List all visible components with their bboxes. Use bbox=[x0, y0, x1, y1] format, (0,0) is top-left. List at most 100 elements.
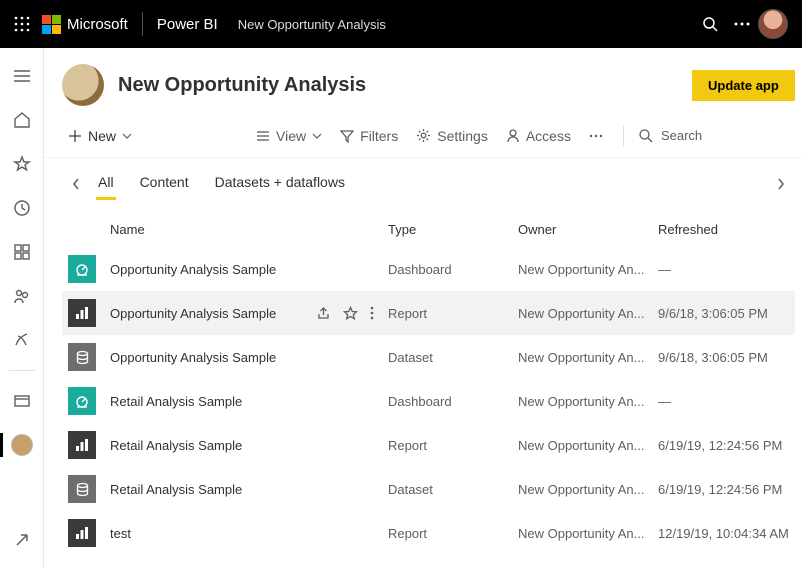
access-button[interactable]: Access bbox=[500, 124, 577, 148]
item-refreshed: 12/19/19, 10:04:34 AM bbox=[658, 526, 789, 541]
table-row[interactable]: testReportNew Opportunity An...12/19/19,… bbox=[62, 511, 795, 555]
nav-separator bbox=[9, 370, 35, 371]
chevron-down-icon bbox=[312, 133, 322, 139]
chevron-down-icon bbox=[122, 133, 132, 139]
nav-recent-icon[interactable] bbox=[0, 190, 44, 226]
item-refreshed: 9/6/18, 3:06:05 PM bbox=[658, 350, 789, 365]
item-type: Report bbox=[388, 306, 518, 321]
col-type[interactable]: Type bbox=[388, 222, 518, 237]
plus-icon bbox=[68, 129, 82, 143]
share-icon[interactable] bbox=[316, 306, 331, 321]
tabs-next-button[interactable] bbox=[767, 178, 795, 190]
item-type: Report bbox=[388, 438, 518, 453]
command-bar: New View Filters Settings Access bbox=[44, 114, 802, 158]
more-commands-button[interactable] bbox=[583, 130, 609, 142]
row-more-icon[interactable] bbox=[370, 306, 374, 321]
item-owner: New Opportunity An... bbox=[518, 482, 658, 497]
item-refreshed: 6/19/19, 12:24:56 PM bbox=[658, 438, 789, 453]
col-name[interactable]: Name bbox=[110, 222, 388, 237]
nav-apps-icon[interactable] bbox=[0, 234, 44, 270]
search-input[interactable]: Search bbox=[638, 128, 702, 143]
item-refreshed: — bbox=[658, 394, 789, 409]
table-row[interactable]: Retail Analysis SampleDashboardNew Oppor… bbox=[62, 379, 795, 423]
table-row[interactable]: Retail Analysis SampleReportNew Opportun… bbox=[62, 423, 795, 467]
global-header: Microsoft Power BI New Opportunity Analy… bbox=[0, 0, 802, 48]
item-name: Retail Analysis Sample bbox=[110, 482, 388, 497]
table-row[interactable]: Opportunity Analysis SampleDatasetNew Op… bbox=[62, 335, 795, 379]
item-refreshed: — bbox=[658, 262, 789, 277]
search-icon bbox=[638, 128, 653, 143]
filter-icon bbox=[340, 129, 354, 143]
header-divider bbox=[142, 12, 143, 36]
breadcrumb[interactable]: New Opportunity Analysis bbox=[238, 17, 386, 32]
tab-content[interactable]: Content bbox=[138, 168, 191, 200]
more-icon bbox=[589, 134, 603, 138]
tabs-prev-button[interactable] bbox=[62, 178, 90, 190]
dataset-icon bbox=[68, 343, 96, 371]
item-name: Opportunity Analysis Sample bbox=[110, 350, 388, 365]
item-owner: New Opportunity An... bbox=[518, 394, 658, 409]
search-placeholder: Search bbox=[661, 128, 702, 143]
table-row[interactable]: Opportunity Analysis Sample ReportNew Opp… bbox=[62, 291, 795, 335]
item-name: test bbox=[110, 526, 388, 541]
item-refreshed: 6/19/19, 12:24:56 PM bbox=[658, 482, 789, 497]
settings-label: Settings bbox=[437, 128, 488, 144]
view-button[interactable]: View bbox=[250, 124, 328, 148]
item-name: Opportunity Analysis Sample bbox=[110, 262, 388, 277]
workspace-thumb-icon bbox=[11, 434, 33, 456]
favorite-icon[interactable] bbox=[343, 306, 358, 321]
update-app-button[interactable]: Update app bbox=[692, 70, 795, 101]
nav-home-icon[interactable] bbox=[0, 102, 44, 138]
microsoft-logo: Microsoft bbox=[42, 15, 128, 34]
tab-all[interactable]: All bbox=[96, 168, 116, 200]
nav-collapse-icon[interactable] bbox=[0, 58, 44, 94]
item-owner: New Opportunity An... bbox=[518, 526, 658, 541]
tab-row: All Content Datasets + dataflows bbox=[44, 158, 802, 200]
microsoft-logo-icon bbox=[42, 15, 61, 34]
tab-datasets-dataflows[interactable]: Datasets + dataflows bbox=[213, 168, 347, 200]
report-icon bbox=[68, 519, 96, 547]
nav-favorites-icon[interactable] bbox=[0, 146, 44, 182]
table-row[interactable]: Opportunity Analysis SampleDashboardNew … bbox=[62, 247, 795, 291]
item-name: Retail Analysis Sample bbox=[110, 394, 388, 409]
dataset-icon bbox=[68, 475, 96, 503]
nav-workspaces-icon[interactable] bbox=[0, 383, 44, 419]
nav-current-workspace[interactable] bbox=[0, 427, 44, 463]
main-content: New Opportunity Analysis Update app New … bbox=[44, 48, 802, 568]
gear-icon bbox=[416, 128, 431, 143]
item-type: Dataset bbox=[388, 350, 518, 365]
view-label: View bbox=[276, 128, 306, 144]
col-refreshed[interactable]: Refreshed bbox=[658, 222, 789, 237]
content-table: Name Type Owner Refreshed Opportunity An… bbox=[44, 200, 802, 555]
col-owner[interactable]: Owner bbox=[518, 222, 658, 237]
item-owner: New Opportunity An... bbox=[518, 306, 658, 321]
avatar[interactable] bbox=[758, 9, 788, 39]
item-refreshed: 9/6/18, 3:06:05 PM bbox=[658, 306, 789, 321]
product-label: Power BI bbox=[157, 16, 218, 33]
settings-button[interactable]: Settings bbox=[410, 124, 494, 148]
item-type: Dataset bbox=[388, 482, 518, 497]
item-name: Opportunity Analysis Sample bbox=[110, 306, 316, 321]
left-nav-rail bbox=[0, 48, 44, 568]
filters-button[interactable]: Filters bbox=[334, 124, 404, 148]
new-label: New bbox=[88, 128, 116, 144]
access-label: Access bbox=[526, 128, 571, 144]
report-icon bbox=[68, 299, 96, 327]
table-header: Name Type Owner Refreshed bbox=[62, 204, 795, 247]
new-button[interactable]: New bbox=[62, 124, 138, 148]
dashboard-icon bbox=[68, 255, 96, 283]
more-icon[interactable] bbox=[726, 22, 758, 26]
search-icon[interactable] bbox=[694, 16, 726, 32]
workspace-image bbox=[62, 64, 104, 106]
dashboard-icon bbox=[68, 387, 96, 415]
nav-expand-icon[interactable] bbox=[0, 522, 44, 558]
item-owner: New Opportunity An... bbox=[518, 262, 658, 277]
nav-shared-icon[interactable] bbox=[0, 278, 44, 314]
item-type: Dashboard bbox=[388, 394, 518, 409]
item-type: Report bbox=[388, 526, 518, 541]
page-title: New Opportunity Analysis bbox=[118, 74, 692, 97]
brand-label: Microsoft bbox=[67, 16, 128, 33]
table-row[interactable]: Retail Analysis SampleDatasetNew Opportu… bbox=[62, 467, 795, 511]
app-launcher-icon[interactable] bbox=[14, 16, 30, 32]
nav-learn-icon[interactable] bbox=[0, 322, 44, 358]
